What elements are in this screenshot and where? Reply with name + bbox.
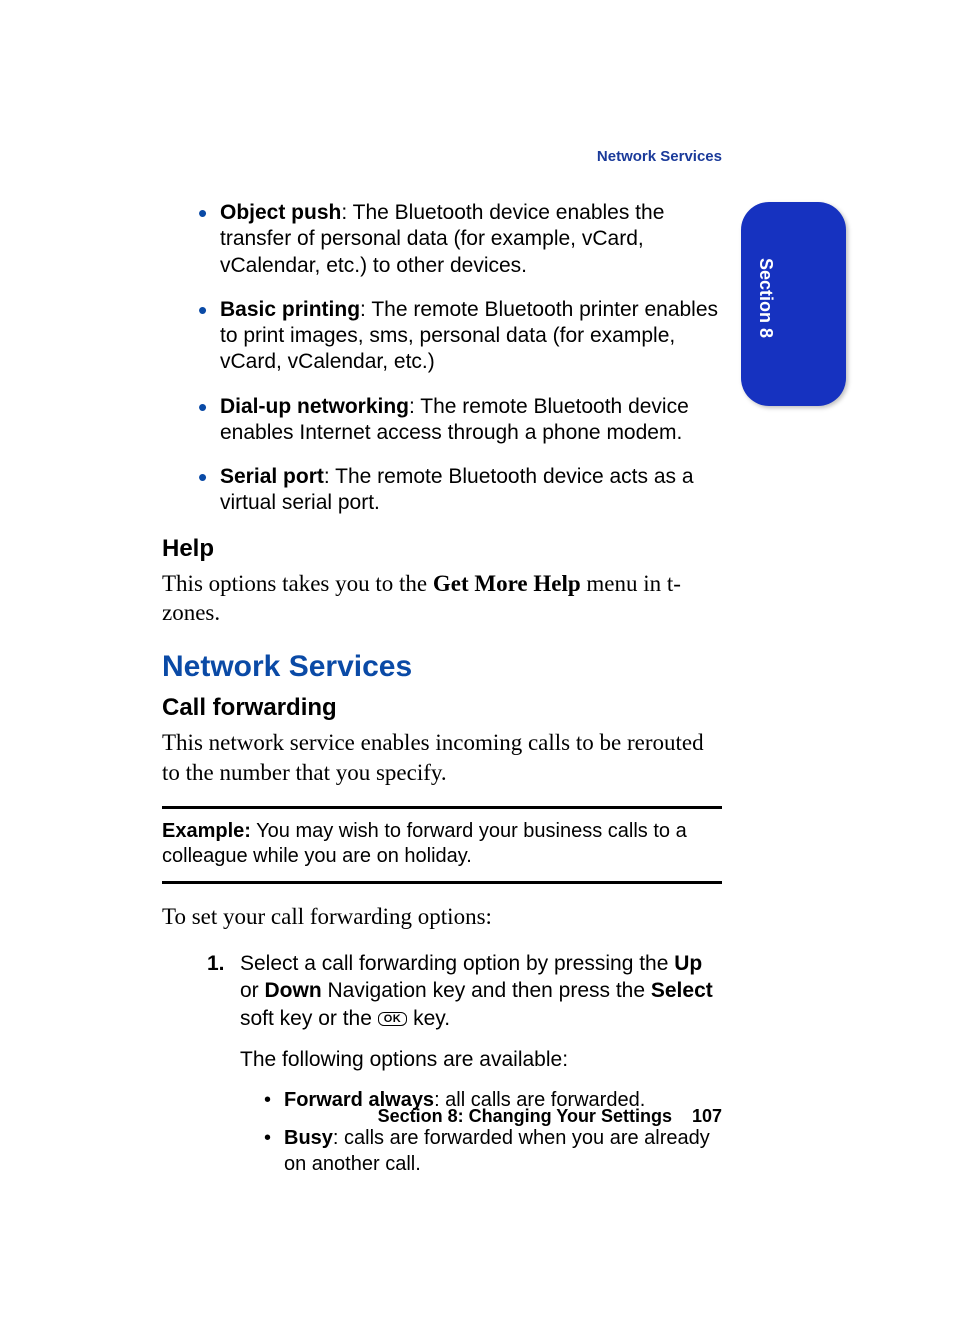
footer-section: Section 8: Changing Your Settings — [378, 1106, 672, 1126]
section-tab: Section 8 — [741, 202, 846, 406]
page: Network Services Section 8 Object push: … — [0, 0, 954, 1319]
list-item: Object push: The Bluetooth device enable… — [220, 200, 722, 279]
text: key. — [407, 1007, 450, 1030]
list-item: Basic printing: The remote Bluetooth pri… — [220, 297, 722, 376]
list-item: Serial port: The remote Bluetooth device… — [220, 464, 722, 517]
example-box: Example: You may wish to forward your bu… — [162, 806, 722, 884]
strong-text: Get More Help — [433, 571, 581, 596]
term: Basic printing — [220, 298, 360, 321]
text: soft key or the — [240, 1007, 378, 1030]
term: Busy — [284, 1127, 333, 1149]
content-area: Object push: The Bluetooth device enable… — [162, 200, 722, 1177]
step-number: 1. — [207, 950, 225, 977]
section-tab-label: Section 8 — [755, 258, 776, 338]
step-item: 1. Select a call forwarding option by pr… — [240, 950, 722, 1177]
text: or — [240, 979, 265, 1002]
running-header: Network Services — [162, 148, 722, 165]
desc: : calls are forwarded when you are alrea… — [284, 1127, 710, 1175]
page-number: 107 — [692, 1106, 722, 1126]
term: Dial-up networking — [220, 395, 409, 418]
section-heading: Network Services — [162, 650, 722, 684]
bluetooth-feature-list: Object push: The Bluetooth device enable… — [162, 200, 722, 517]
intro-paragraph: This network service enables incoming ca… — [162, 728, 722, 788]
term: Object push — [220, 201, 341, 224]
step-avail: The following options are available: — [240, 1046, 722, 1073]
example-label: Example: — [162, 820, 251, 842]
page-footer: Section 8: Changing Your Settings 107 — [162, 1106, 722, 1127]
step-body: Select a call forwarding option by press… — [240, 950, 722, 1032]
howto-text: To set your call forwarding options: — [162, 902, 722, 932]
help-heading: Help — [162, 535, 722, 563]
list-item: Dial-up networking: The remote Bluetooth… — [220, 394, 722, 447]
option-list: Forward always: all calls are forwarded.… — [240, 1087, 722, 1177]
ok-key-icon: OK — [378, 1012, 408, 1026]
key-down: Down — [265, 979, 322, 1002]
help-paragraph: This options takes you to the Get More H… — [162, 569, 722, 629]
text: Select a call forwarding option by press… — [240, 952, 674, 975]
text: This options takes you to the — [162, 571, 433, 596]
subsection-heading: Call forwarding — [162, 694, 722, 722]
key-up: Up — [674, 952, 702, 975]
text: Navigation key and then press the — [322, 979, 651, 1002]
term: Serial port — [220, 465, 324, 488]
step-list: 1. Select a call forwarding option by pr… — [162, 950, 722, 1177]
softkey-select: Select — [651, 979, 713, 1002]
list-item: Busy: calls are forwarded when you are a… — [284, 1125, 722, 1177]
